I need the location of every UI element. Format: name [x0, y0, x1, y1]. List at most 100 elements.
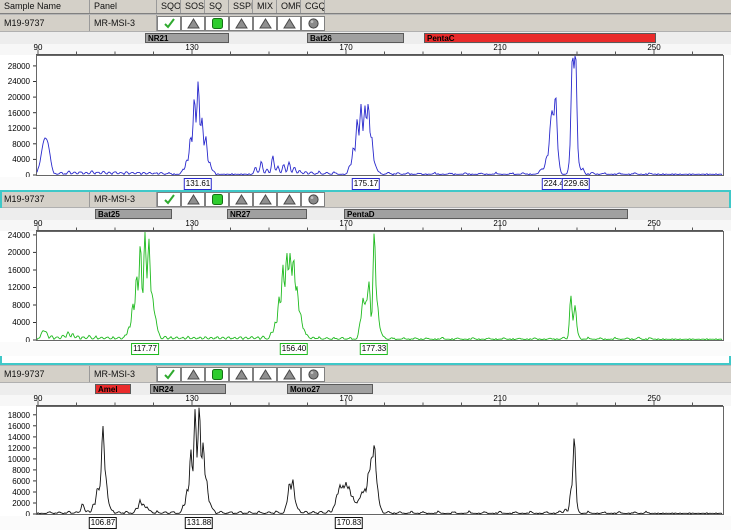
peak-size-label[interactable]: 106.87	[89, 517, 117, 529]
header-cell-sqo[interactable]: SQO	[157, 0, 181, 13]
sample-panels-container: M19-9737MR-MSI-3NR21Bat26PentaC901301702…	[0, 14, 731, 529]
ruler-tick-label: 250	[647, 219, 660, 228]
marker-row: AmelNR24Mono27	[0, 383, 731, 395]
sample-panel-2[interactable]: M19-9737MR-MSI-3Bat25NR27PentaD901301702…	[0, 190, 731, 365]
sample-panel-3[interactable]: M19-9737MR-MSI-3AmelNR24Mono279013017021…	[0, 365, 731, 529]
y-axis-label: 10000	[0, 455, 30, 464]
header-cell-sample-name[interactable]: Sample Name	[0, 0, 90, 13]
ruler-ticks	[0, 44, 731, 55]
warning-triangle-icon	[187, 194, 200, 205]
flag-cell-cgq[interactable]	[301, 192, 325, 207]
flag-cell-cgq[interactable]	[301, 16, 325, 31]
peak-label-row: 131.61175.17224.44229.63	[0, 177, 731, 191]
sample-name: M19-9737	[0, 366, 90, 382]
y-axis-label: 6000	[0, 477, 30, 486]
sample-row[interactable]: M19-9737MR-MSI-3	[0, 191, 731, 208]
ruler-ticks	[0, 395, 731, 406]
y-axis-label: 16000	[0, 109, 30, 118]
peak-size-label[interactable]: 131.61	[184, 178, 212, 190]
marker-bar-amel: Amel	[95, 384, 131, 394]
trace-plot-svg	[0, 406, 731, 516]
flag-cell-sspk[interactable]	[229, 367, 253, 382]
check-icon	[163, 194, 176, 205]
marker-bar-bat26: Bat26	[307, 33, 404, 43]
peak-size-label[interactable]: 177.33	[360, 343, 388, 355]
ruler-tick-label: 210	[493, 43, 506, 52]
warning-triangle-icon	[283, 18, 296, 29]
flag-cell-sq[interactable]	[205, 367, 229, 382]
flag-cell-omr[interactable]	[277, 367, 301, 382]
flag-cell-sqo[interactable]	[157, 192, 181, 207]
y-axis-label: 12000	[0, 444, 30, 453]
peak-size-label[interactable]: 170.83	[335, 517, 363, 529]
warning-triangle-icon	[283, 194, 296, 205]
flag-cell-sos[interactable]	[181, 367, 205, 382]
flag-cell-mix[interactable]	[253, 367, 277, 382]
flag-cell-omr[interactable]	[277, 16, 301, 31]
header-cell-sos[interactable]: SOS	[181, 0, 205, 13]
header-cell-sq[interactable]: SQ	[205, 0, 229, 13]
flag-cell-mix[interactable]	[253, 16, 277, 31]
peak-size-label[interactable]: 175.17	[352, 178, 380, 190]
sphere-flag-icon	[308, 194, 319, 205]
sample-row[interactable]: M19-9737MR-MSI-3	[0, 15, 731, 32]
marker-bar-nr27: NR27	[227, 209, 307, 219]
warning-triangle-icon	[187, 369, 200, 380]
header-cell-mix[interactable]: MIX	[253, 0, 277, 13]
peak-size-label[interactable]: 156.40	[280, 343, 308, 355]
electropherogram-plot[interactable]: 04000800012000160002000024000	[0, 231, 731, 342]
y-axis-label: 20000	[0, 248, 30, 257]
peak-size-label[interactable]: 229.63	[562, 178, 590, 190]
column-header-row: Sample NamePanelSQOSOSSQSSPKMIXOMRCGQ	[0, 0, 731, 14]
peak-size-label[interactable]: 131.88	[185, 517, 213, 529]
peak-size-label[interactable]: 117.77	[131, 343, 159, 355]
header-cell-panel[interactable]: Panel	[90, 0, 157, 13]
panel-name: MR-MSI-3	[90, 15, 157, 31]
ruler-tick-label: 210	[493, 394, 506, 403]
flag-cell-sos[interactable]	[181, 192, 205, 207]
y-axis-label: 8000	[0, 140, 30, 149]
size-ruler: 90130170210250	[0, 395, 731, 406]
ruler-tick-label: 130	[185, 43, 198, 52]
flag-cell-sspk[interactable]	[229, 16, 253, 31]
warning-triangle-icon	[259, 18, 272, 29]
electropherogram-plot[interactable]: 0200040006000800010000120001400016000180…	[0, 406, 731, 516]
flag-cell-sos[interactable]	[181, 16, 205, 31]
flag-cell-sqo[interactable]	[157, 367, 181, 382]
peak-label-row: 117.77 156.40 177.33	[0, 342, 731, 356]
flag-cell-sq[interactable]	[205, 16, 229, 31]
flag-cell-sspk[interactable]	[229, 192, 253, 207]
y-axis-label: 12000	[0, 283, 30, 292]
header-cell-omr[interactable]: OMR	[277, 0, 301, 13]
header-cell-cgq[interactable]: CGQ	[301, 0, 325, 13]
size-ruler: 90130170210250	[0, 44, 731, 55]
sample-row-filler	[325, 366, 731, 382]
warning-triangle-icon	[235, 18, 248, 29]
trace-plot-svg	[0, 231, 731, 342]
sample-panel-1[interactable]: M19-9737MR-MSI-3NR21Bat26PentaC901301702…	[0, 14, 731, 190]
ruler-tick-label: 90	[34, 394, 43, 403]
sample-row-filler	[325, 191, 731, 207]
flag-cell-omr[interactable]	[277, 192, 301, 207]
y-axis-label: 14000	[0, 433, 30, 442]
electropherogram-plot[interactable]: 0400080001200016000200002400028000	[0, 55, 731, 177]
flag-cell-sq[interactable]	[205, 192, 229, 207]
y-axis-label: 24000	[0, 77, 30, 86]
ruler-tick-label: 170	[339, 219, 352, 228]
y-axis-label: 16000	[0, 422, 30, 431]
size-ruler: 90130170210250	[0, 220, 731, 231]
marker-bar-pentad: PentaD	[344, 209, 628, 219]
flag-cell-mix[interactable]	[253, 192, 277, 207]
header-filler	[325, 0, 731, 13]
green-square-flag-icon	[212, 194, 223, 205]
header-cell-sspk[interactable]: SSPK	[229, 0, 253, 13]
marker-row: Bat25NR27PentaD	[0, 208, 731, 220]
sample-row[interactable]: M19-9737MR-MSI-3	[0, 366, 731, 383]
flag-cell-cgq[interactable]	[301, 367, 325, 382]
flag-cell-sqo[interactable]	[157, 16, 181, 31]
y-axis-label: 8000	[0, 466, 30, 475]
marker-bar-nr21: NR21	[145, 33, 229, 43]
ruler-tick-label: 250	[647, 394, 660, 403]
sample-name: M19-9737	[0, 191, 90, 207]
y-axis-label: 20000	[0, 93, 30, 102]
